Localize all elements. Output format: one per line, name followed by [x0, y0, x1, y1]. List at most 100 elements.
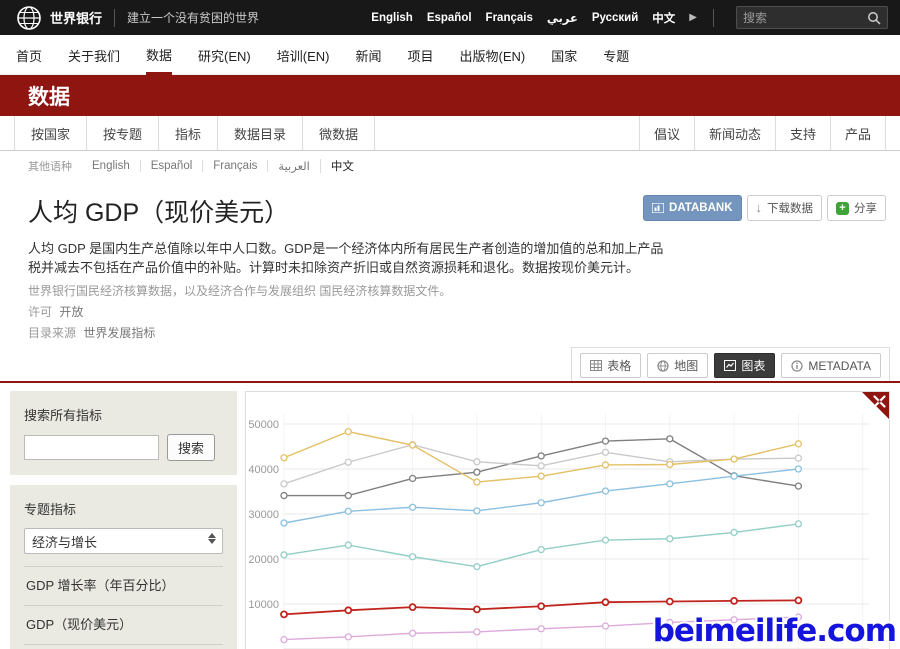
chevron-right-icon[interactable]: ▶ [689, 12, 697, 23]
indicator-search-button[interactable]: 搜索 [167, 434, 215, 461]
download-data-button[interactable]: ↓ 下载数据 [747, 195, 823, 221]
subnav-right-1[interactable]: 新闻动态 [694, 116, 775, 150]
data-point[interactable] [538, 603, 544, 609]
data-point[interactable] [731, 456, 737, 462]
subnav-right-3[interactable]: 产品 [830, 116, 886, 150]
main-nav-item-8[interactable]: 国家 [551, 36, 577, 73]
data-point[interactable] [667, 462, 673, 468]
top-language-link-4[interactable]: Русский [592, 12, 638, 24]
view-tab-地图[interactable]: 地图 [647, 353, 708, 378]
data-point[interactable] [538, 473, 544, 479]
data-point[interactable] [603, 599, 609, 605]
indicator-list-item-0[interactable]: GDP 增长率（年百分比） [24, 566, 223, 605]
data-point[interactable] [345, 429, 351, 435]
data-point[interactable] [795, 466, 801, 472]
other-language-link-1[interactable]: Español [141, 160, 204, 172]
data-point[interactable] [281, 611, 287, 617]
data-point[interactable] [345, 634, 351, 640]
data-point[interactable] [731, 529, 737, 535]
data-point[interactable] [667, 436, 673, 442]
data-point[interactable] [474, 606, 480, 612]
top-language-link-2[interactable]: Français [486, 12, 533, 24]
data-point[interactable] [410, 604, 416, 610]
view-tab-表格[interactable]: 表格 [580, 353, 641, 378]
data-point[interactable] [410, 554, 416, 560]
data-point[interactable] [410, 442, 416, 448]
data-point[interactable] [538, 453, 544, 459]
data-point[interactable] [538, 547, 544, 553]
data-point[interactable] [538, 463, 544, 469]
view-tab-图表[interactable]: 图表 [714, 353, 775, 378]
subnav-tab-3[interactable]: 数据目录 [218, 116, 303, 150]
data-point[interactable] [345, 508, 351, 514]
data-point[interactable] [795, 597, 801, 603]
main-nav-item-0[interactable]: 首页 [16, 36, 42, 73]
top-language-link-0[interactable]: English [371, 12, 413, 24]
data-point[interactable] [603, 449, 609, 455]
gdp-per-capita-line-chart[interactable]: 2006200720082009201020112012201320142015… [248, 396, 884, 649]
other-language-link-2[interactable]: Français [203, 160, 268, 172]
top-language-link-3[interactable]: عربي [547, 11, 578, 25]
main-nav-item-4[interactable]: 培训(EN) [277, 36, 330, 73]
data-point[interactable] [667, 481, 673, 487]
data-point[interactable] [281, 637, 287, 643]
data-point[interactable] [731, 598, 737, 604]
subnav-right-0[interactable]: 倡议 [639, 116, 694, 150]
subnav-tab-4[interactable]: 微数据 [303, 116, 375, 150]
data-point[interactable] [603, 462, 609, 468]
data-point[interactable] [538, 500, 544, 506]
main-nav-item-6[interactable]: 项目 [408, 36, 434, 73]
data-point[interactable] [474, 459, 480, 465]
data-point[interactable] [281, 493, 287, 499]
data-point[interactable] [345, 607, 351, 613]
data-point[interactable] [667, 536, 673, 542]
data-point[interactable] [603, 438, 609, 444]
other-language-link-0[interactable]: English [82, 160, 141, 172]
share-button[interactable]: + 分享 [827, 195, 886, 221]
main-nav-item-7[interactable]: 出版物(EN) [460, 36, 526, 73]
data-point[interactable] [281, 481, 287, 487]
data-point[interactable] [603, 623, 609, 629]
data-point[interactable] [281, 520, 287, 526]
other-language-link-4[interactable]: 中文 [321, 158, 364, 174]
top-language-link-1[interactable]: Español [427, 12, 472, 24]
catalog-source-value[interactable]: 世界发展指标 [83, 326, 155, 340]
indicator-search-input[interactable] [24, 435, 159, 460]
search-input[interactable] [743, 11, 867, 25]
view-tab-metadata[interactable]: METADATA [781, 353, 881, 378]
data-point[interactable] [538, 626, 544, 632]
license-value[interactable]: 开放 [59, 305, 83, 319]
data-point[interactable] [667, 599, 673, 605]
data-point[interactable] [603, 537, 609, 543]
data-point[interactable] [731, 473, 737, 479]
main-nav-item-5[interactable]: 新闻 [355, 36, 381, 73]
subnav-tab-2[interactable]: 指标 [159, 116, 218, 150]
data-point[interactable] [281, 455, 287, 461]
other-language-link-3[interactable]: العربية [268, 159, 320, 173]
data-point[interactable] [474, 469, 480, 475]
databank-button[interactable]: DATABANK [643, 195, 741, 221]
data-point[interactable] [795, 441, 801, 447]
data-point[interactable] [474, 564, 480, 570]
data-point[interactable] [474, 479, 480, 485]
data-point[interactable] [410, 630, 416, 636]
data-point[interactable] [345, 459, 351, 465]
top-language-link-5[interactable]: 中文 [652, 10, 675, 26]
main-nav-item-2[interactable]: 数据 [146, 35, 172, 75]
data-point[interactable] [603, 488, 609, 494]
main-nav-item-9[interactable]: 专题 [603, 36, 629, 73]
brand-name[interactable]: 世界银行 [50, 8, 102, 27]
data-point[interactable] [474, 508, 480, 514]
data-point[interactable] [474, 629, 480, 635]
chart-tools-corner[interactable] [862, 392, 889, 419]
indicator-list-item-1[interactable]: GDP（现价美元） [24, 605, 223, 644]
topic-select[interactable]: 经济与增长 [24, 528, 223, 554]
search-icon[interactable] [867, 11, 881, 25]
data-point[interactable] [795, 521, 801, 527]
subnav-tab-1[interactable]: 按专题 [87, 116, 159, 150]
subnav-right-2[interactable]: 支持 [775, 116, 830, 150]
data-point[interactable] [410, 504, 416, 510]
data-point[interactable] [410, 475, 416, 481]
subnav-tab-0[interactable]: 按国家 [14, 116, 87, 150]
main-nav-item-3[interactable]: 研究(EN) [198, 36, 251, 73]
